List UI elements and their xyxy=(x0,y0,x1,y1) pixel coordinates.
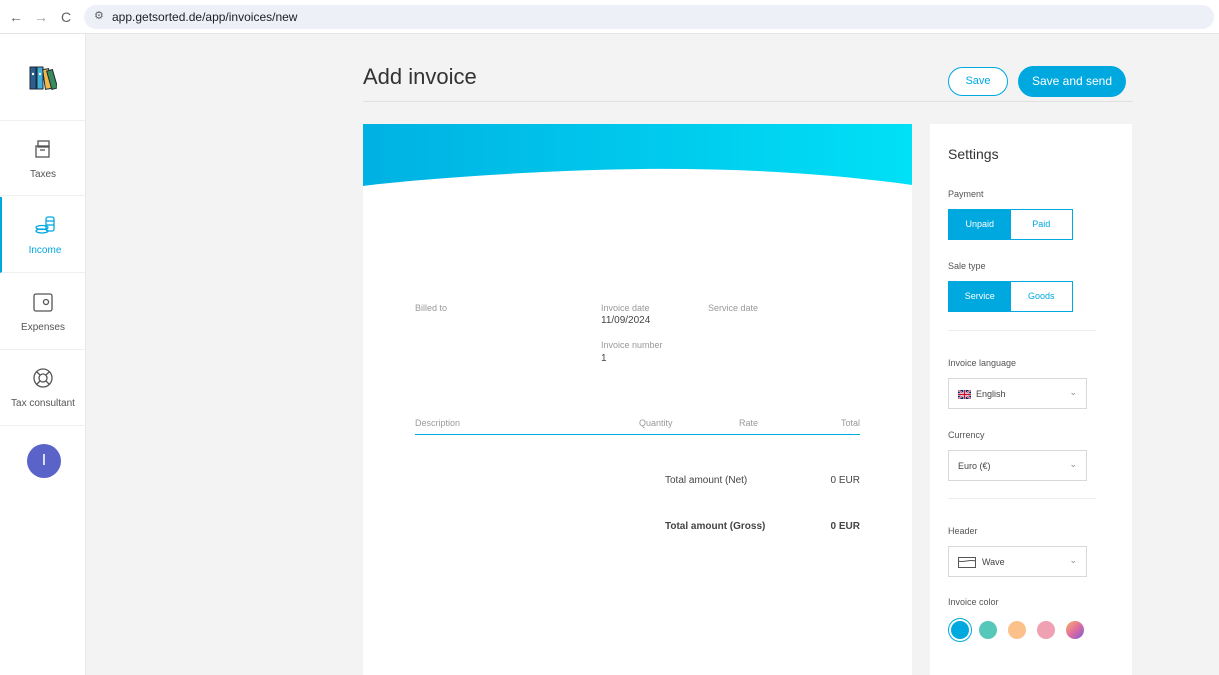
url-text: app.getsorted.de/app/invoices/new xyxy=(112,10,298,24)
site-settings-icon[interactable]: ⚙ xyxy=(94,9,104,22)
color-swatch-gradient[interactable] xyxy=(1066,621,1084,639)
invoice-language-select[interactable]: English ⌄ xyxy=(948,378,1087,409)
settings-divider xyxy=(948,330,1096,331)
settings-panel: Settings Payment Unpaid Paid Sale type S… xyxy=(930,124,1132,675)
settings-title: Settings xyxy=(948,146,999,162)
browser-toolbar: ← → C ⚙ app.getsorted.de/app/invoices/ne… xyxy=(0,0,1219,34)
currency-value: Euro (€) xyxy=(958,461,991,471)
sidebar-item-income[interactable]: Income xyxy=(0,197,86,273)
uk-flag-icon xyxy=(958,390,971,399)
invoice-date-value[interactable]: 11/09/2024 xyxy=(601,315,650,326)
app-logo-icon[interactable] xyxy=(29,66,57,90)
gross-total-value: 0 EUR xyxy=(830,521,860,532)
sidebar-item-taxes[interactable]: Taxes xyxy=(0,120,86,196)
header-label: Header xyxy=(948,526,978,536)
column-quantity: Quantity xyxy=(639,418,673,428)
chevron-down-icon: ⌄ xyxy=(1069,555,1077,565)
address-bar[interactable]: ⚙ app.getsorted.de/app/invoices/new xyxy=(84,5,1214,29)
wave-header-icon xyxy=(958,557,976,568)
reload-icon[interactable]: C xyxy=(58,9,74,25)
color-swatch-orange[interactable] xyxy=(1008,621,1026,639)
header-divider xyxy=(363,101,1133,102)
sidebar-item-expenses[interactable]: Expenses xyxy=(0,274,86,350)
payment-toggle: Unpaid Paid xyxy=(948,209,1073,240)
sale-type-toggle: Service Goods xyxy=(948,281,1073,312)
invoice-number-value[interactable]: 1 xyxy=(601,353,607,364)
sale-type-goods-option[interactable]: Goods xyxy=(1010,282,1072,311)
column-rate: Rate xyxy=(739,418,759,428)
sidebar-item-label: Expenses xyxy=(21,322,65,333)
table-header-divider xyxy=(415,434,860,435)
billed-to-label[interactable]: Billed to xyxy=(415,303,447,313)
save-and-send-button[interactable]: Save and send xyxy=(1018,66,1126,97)
currency-select[interactable]: Euro (€) ⌄ xyxy=(948,450,1087,481)
back-arrow-icon[interactable]: ← xyxy=(8,9,24,25)
net-total-value: 0 EUR xyxy=(830,475,860,486)
net-total-label: Total amount (Net) xyxy=(665,475,748,486)
invoice-number-label: Invoice number xyxy=(601,340,663,350)
settings-divider xyxy=(948,498,1096,499)
invoice-language-label: Invoice language xyxy=(948,358,1017,368)
sidebar-item-label: Income xyxy=(28,245,62,256)
avatar[interactable]: I xyxy=(27,444,61,478)
save-button[interactable]: Save xyxy=(948,67,1008,96)
service-date-label[interactable]: Service date xyxy=(708,303,758,313)
sidebar-item-label: Tax consultant xyxy=(11,398,75,409)
sidebar-item-tax-consultant[interactable]: Tax consultant xyxy=(0,350,86,426)
sale-type-service-option[interactable]: Service xyxy=(949,282,1011,311)
box-icon xyxy=(35,140,50,158)
header-style-select[interactable]: Wave ⌄ xyxy=(948,546,1087,577)
header-style-value: Wave xyxy=(982,557,1005,567)
sidebar: Taxes Income Expenses Tax consultant I xyxy=(0,34,86,675)
invoice-language-value: English xyxy=(976,389,1006,399)
invoice-color-label: Invoice color xyxy=(948,597,999,607)
payment-unpaid-option[interactable]: Unpaid xyxy=(949,210,1011,239)
currency-label: Currency xyxy=(948,430,985,440)
wallet-icon xyxy=(33,293,53,312)
column-total: Total xyxy=(841,418,861,428)
payment-paid-option[interactable]: Paid xyxy=(1010,210,1072,239)
forward-arrow-icon[interactable]: → xyxy=(33,9,49,25)
chevron-down-icon: ⌄ xyxy=(1069,459,1077,469)
invoice-wave-header xyxy=(363,124,912,186)
sidebar-item-label: Taxes xyxy=(29,169,57,180)
coins-icon xyxy=(35,216,55,234)
lifebuoy-icon xyxy=(33,368,53,388)
page-title: Add invoice xyxy=(363,64,477,89)
sale-type-label: Sale type xyxy=(948,261,986,271)
color-swatch-pink[interactable] xyxy=(1037,621,1055,639)
chevron-down-icon: ⌄ xyxy=(1069,387,1077,397)
color-swatch-teal[interactable] xyxy=(979,621,997,639)
column-description: Description xyxy=(415,418,461,428)
gross-total-label: Total amount (Gross) xyxy=(665,521,766,532)
invoice-date-label: Invoice date xyxy=(601,303,650,313)
color-swatch-blue[interactable] xyxy=(951,621,969,639)
payment-label: Payment xyxy=(948,189,984,199)
invoice-preview: Billed to Invoice date 11/09/2024 Servic… xyxy=(363,124,912,675)
